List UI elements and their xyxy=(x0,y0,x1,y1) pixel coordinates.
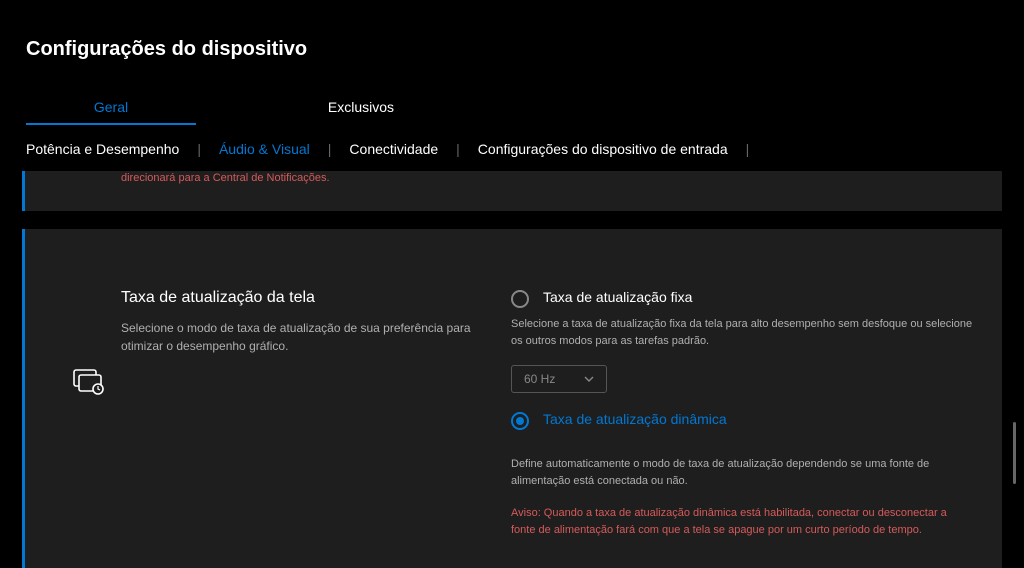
tab-geral[interactable]: Geral xyxy=(26,91,196,123)
section-left: Taxa de atualização da tela Selecione o … xyxy=(121,289,481,538)
tabs-primary: Geral Exclusivos xyxy=(0,91,1024,123)
fixed-rate-description: Selecione a taxa de atualização fixa da … xyxy=(511,316,974,349)
tab-conectividade[interactable]: Conectividade xyxy=(349,137,438,161)
dynamic-rate-description: Define automaticamente o modo de taxa de… xyxy=(511,456,974,489)
radio-circle-icon xyxy=(511,412,529,430)
notice-panel: direcionará para a Central de Notificaçõ… xyxy=(22,171,1002,211)
radio-dynamic-rate[interactable]: Taxa de atualização dinâmica xyxy=(511,411,974,430)
tab-potencia[interactable]: Potência e Desempenho xyxy=(26,137,179,161)
display-icon xyxy=(73,369,105,402)
divider: | xyxy=(746,141,750,157)
divider: | xyxy=(328,141,332,157)
content-area: direcionará para a Central de Notificaçõ… xyxy=(0,171,1024,568)
radio-dynamic-label: Taxa de atualização dinâmica xyxy=(543,411,727,427)
section-right: Taxa de atualização fixa Selecione a tax… xyxy=(511,289,974,538)
page-title: Configurações do dispositivo xyxy=(0,0,1024,61)
scrollbar[interactable] xyxy=(1013,422,1016,484)
chevron-down-icon xyxy=(584,376,594,382)
refresh-rate-select[interactable]: 60 Hz xyxy=(511,365,607,393)
radio-fixed-label: Taxa de atualização fixa xyxy=(543,289,692,305)
tab-dispositivo-entrada[interactable]: Configurações do dispositivo de entrada xyxy=(478,137,728,161)
section-title: Taxa de atualização da tela xyxy=(121,289,481,307)
divider: | xyxy=(456,141,460,157)
tabs-secondary: Potência e Desempenho | Áudio & Visual |… xyxy=(0,137,1024,161)
tab-exclusivos[interactable]: Exclusivos xyxy=(276,91,446,123)
radio-circle-icon xyxy=(511,290,529,308)
radio-fixed-rate[interactable]: Taxa de atualização fixa xyxy=(511,289,974,308)
section-description: Selecione o modo de taxa de atualização … xyxy=(121,319,481,355)
dynamic-rate-warning: Aviso: Quando a taxa de atualização dinâ… xyxy=(511,505,974,538)
notice-text: direcionará para a Central de Notificaçõ… xyxy=(121,171,974,186)
refresh-rate-panel: Taxa de atualização da tela Selecione o … xyxy=(22,229,1002,568)
select-value: 60 Hz xyxy=(524,372,555,386)
divider: | xyxy=(197,141,201,157)
tab-audio-visual[interactable]: Áudio & Visual xyxy=(219,137,310,161)
